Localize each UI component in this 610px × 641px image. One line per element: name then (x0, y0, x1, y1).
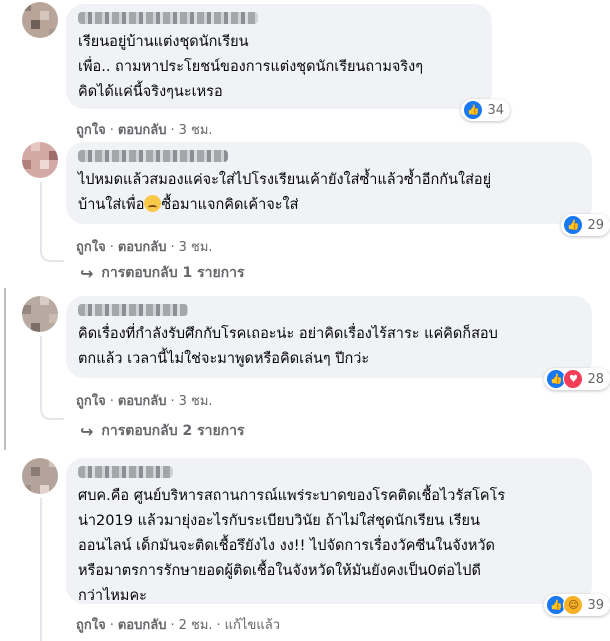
comment-bubble: เรียนอยู่บ้านแต่งชุดนักเรียน เพื่อ.. ถาม… (66, 4, 510, 121)
reply-link[interactable]: ตอบกลับ (118, 240, 167, 255)
comment-actions: ถูกใจ · ตอบกลับ · 3 ชม. (76, 394, 213, 409)
reactions-summary[interactable]: 👍 29 (561, 214, 610, 236)
replies-count-label: การตอบกลับ 2 รายการ (101, 423, 245, 439)
avatar[interactable] (22, 458, 58, 494)
avatar[interactable] (22, 142, 58, 178)
comment-text: คิดเรื่องที่กำลังรับศึกกับโรคเถอะน่ะ อย่… (78, 326, 498, 367)
timestamp[interactable]: 2 ชม. (179, 618, 213, 633)
comment-actions: ถูกใจ · ตอบกลับ · 3 ชม. (76, 240, 213, 255)
reactions-summary[interactable]: 👍 34 (461, 99, 510, 121)
comment-bubble: คิดเรื่องที่กำลังรับศึกกับโรคเถอะน่ะ อย่… (66, 296, 610, 390)
avatar[interactable] (22, 2, 58, 38)
comment-bubble: ศบค.คือ ศูนย์บริหารสถานการณ์แพร่ระบาดของ… (66, 458, 610, 616)
comment-actions: ถูกใจ · ตอบกลับ · 2 ชม. · แก้ไขแล้ว (76, 618, 280, 633)
comment-text: เรียนอยู่บ้านแต่งชุดนักเรียน เพื่อ.. ถาม… (78, 34, 424, 100)
reaction-count: 29 (587, 217, 604, 233)
reply-link[interactable]: ตอบกลับ (118, 394, 167, 409)
avatar[interactable] (22, 296, 58, 332)
comment-bubble: ไปหมดแล้วสมองแค่จะใส่ไปโรงเรียนเค้ายังใส… (66, 142, 610, 236)
reaction-count: 28 (587, 371, 604, 387)
love-reaction-icon: ♥ (563, 369, 584, 389)
comment-text: ศบค.คือ ศูนย์บริหารสถานการณ์แพร่ระบาดของ… (78, 488, 506, 604)
haha-reaction-icon: ☺ (563, 595, 584, 615)
edited-label: แก้ไขแล้ว (224, 618, 280, 633)
like-reaction-icon: 👍 (563, 215, 584, 235)
thread-line (40, 498, 42, 641)
commenter-name[interactable] (78, 150, 228, 162)
sad-emoji-icon (144, 195, 162, 212)
like-link[interactable]: ถูกใจ (76, 123, 106, 138)
timestamp[interactable]: 3 ชม. (179, 394, 213, 409)
comment-text: ไปหมดแล้วสมองแค่จะใส่ไปโรงเรียนเค้ายังใส… (78, 172, 492, 213)
highlight-indicator (4, 288, 6, 450)
reactions-summary[interactable]: 👍 ♥ 28 (544, 368, 610, 390)
like-link[interactable]: ถูกใจ (76, 240, 106, 255)
reply-link[interactable]: ตอบกลับ (118, 123, 167, 138)
timestamp[interactable]: 3 ชม. (179, 123, 213, 138)
commenter-name[interactable] (78, 12, 258, 24)
view-replies-link[interactable]: ↪ การตอบกลับ 2 รายการ (80, 420, 245, 442)
thread-line (40, 182, 64, 262)
commenter-name[interactable] (78, 304, 188, 316)
thread-line (40, 336, 64, 420)
reply-link[interactable]: ตอบกลับ (118, 618, 167, 633)
commenter-name[interactable] (78, 466, 173, 478)
like-link[interactable]: ถูกใจ (76, 394, 106, 409)
reaction-count: 39 (587, 597, 604, 613)
reactions-summary[interactable]: 👍 ☺ 39 (544, 594, 610, 616)
timestamp[interactable]: 3 ชม. (179, 240, 213, 255)
like-link[interactable]: ถูกใจ (76, 618, 106, 633)
reply-arrow-icon: ↪ (80, 263, 94, 283)
reaction-count: 34 (487, 102, 504, 118)
view-replies-link[interactable]: ↪ การตอบกลับ 1 รายการ (80, 262, 245, 284)
like-reaction-icon: 👍 (463, 100, 484, 120)
reply-arrow-icon: ↪ (80, 421, 94, 441)
replies-count-label: การตอบกลับ 1 รายการ (101, 265, 245, 281)
comment-actions: ถูกใจ · ตอบกลับ · 3 ชม. (76, 123, 213, 138)
